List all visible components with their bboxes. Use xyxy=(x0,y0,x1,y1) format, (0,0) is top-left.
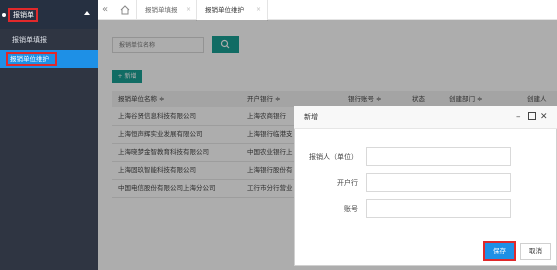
sidebar-item-expense-form[interactable]: 报销单填报 xyxy=(0,32,98,48)
sidebar-item-expense-unit[interactable]: 报销单位维护 xyxy=(6,52,57,66)
bank-input[interactable] xyxy=(366,173,511,192)
account-input[interactable] xyxy=(366,199,511,218)
close-icon[interactable]: × xyxy=(186,0,191,20)
sidebar-menu-title[interactable]: 报销单 xyxy=(8,8,38,22)
maximize-icon[interactable] xyxy=(528,112,536,120)
caret-up-icon[interactable] xyxy=(84,11,90,15)
payee-input[interactable] xyxy=(366,147,511,166)
cancel-button[interactable]: 取消 xyxy=(520,243,551,260)
double-chevron-left-icon[interactable]: « xyxy=(102,3,114,17)
minimize-icon[interactable]: – xyxy=(516,108,524,126)
home-icon[interactable] xyxy=(119,4,131,16)
field-label-payee: 报销人（单位） xyxy=(309,153,358,161)
field-label-bank: 开户行 xyxy=(337,179,358,187)
save-button[interactable]: 保存 xyxy=(483,241,516,261)
bullet-icon xyxy=(2,13,6,17)
close-icon[interactable]: ✕ xyxy=(540,108,550,126)
field-label-account: 账号 xyxy=(344,205,358,213)
close-icon[interactable]: × xyxy=(256,0,261,20)
dialog-title: 新增 xyxy=(304,113,318,121)
